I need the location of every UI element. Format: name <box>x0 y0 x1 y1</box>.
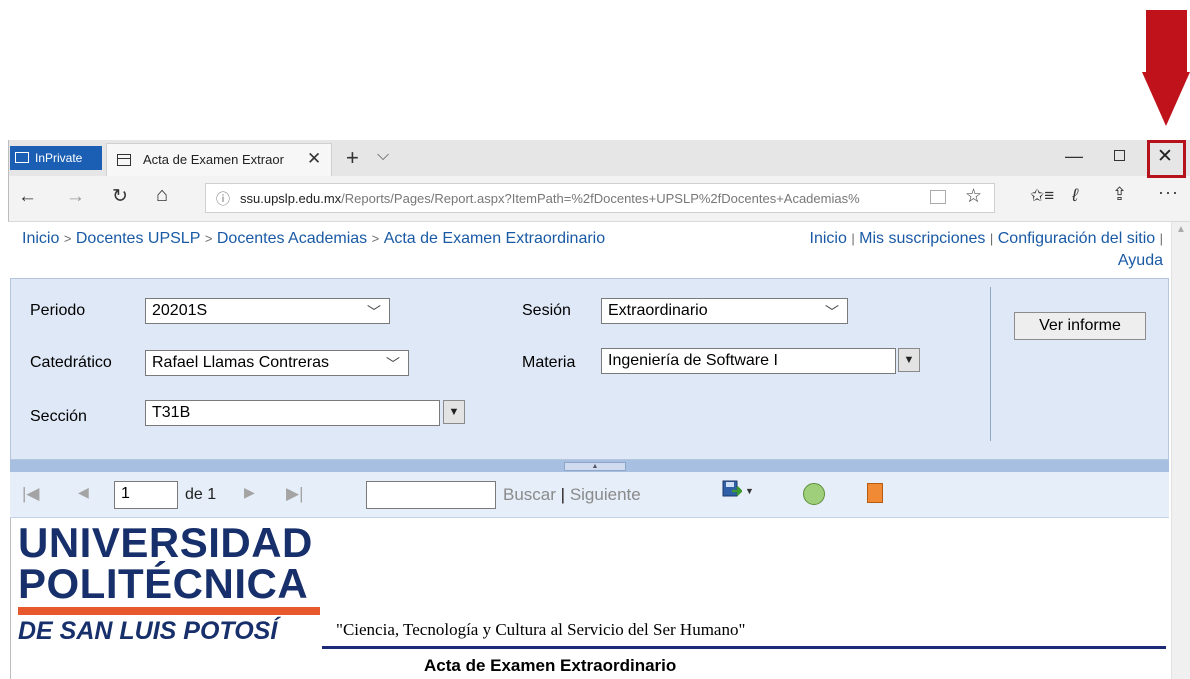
link-mis-suscripciones[interactable]: Mis suscripciones <box>859 230 985 247</box>
last-page-icon[interactable]: ▶| <box>286 484 304 504</box>
report-title: Acta de Examen Extraordinario <box>424 656 677 675</box>
breadcrumb-separator: > <box>63 231 72 246</box>
close-tab-icon[interactable]: ✕ <box>307 149 321 169</box>
collapse-panel-icon[interactable]: ▲ <box>564 462 626 471</box>
share-icon[interactable]: ⇪ <box>1112 184 1127 205</box>
catedratico-label: Catedrático <box>30 354 112 371</box>
breadcrumb-separator: > <box>371 231 380 246</box>
annotation-arrow-shaft <box>1146 10 1187 72</box>
chevron-down-icon: ﹀ <box>367 304 381 320</box>
previous-page-icon[interactable]: ◀ <box>78 484 89 501</box>
first-page-icon[interactable]: |◀ <box>22 484 40 504</box>
breadcrumb-separator: > <box>204 231 213 246</box>
panel-divider <box>990 287 991 441</box>
link-separator: | <box>851 231 855 246</box>
sesion-label: Sesión <box>522 302 571 319</box>
materia-label: Materia <box>522 354 576 371</box>
link-inicio[interactable]: Inicio <box>810 230 847 247</box>
export-dropdown-icon[interactable]: ▼ <box>745 486 754 496</box>
link-ayuda[interactable]: Ayuda <box>1118 252 1163 269</box>
breadcrumb-inicio[interactable]: Inicio <box>22 230 59 247</box>
breadcrumb-current-report: Acta de Examen Extraordinario <box>383 230 606 247</box>
find-separator: | <box>560 485 566 504</box>
next-page-icon[interactable]: ▶ <box>244 484 255 501</box>
header-rule <box>322 646 1166 649</box>
favorite-star-icon[interactable]: ☆ <box>965 185 982 208</box>
link-configuracion[interactable]: Configuración del sitio <box>998 230 1155 247</box>
chevron-down-icon: ﹀ <box>825 304 839 320</box>
materia-input[interactable]: Ingeniería de Software I <box>601 348 896 374</box>
link-separator: | <box>1159 231 1163 246</box>
annotation-highlight-box <box>1147 140 1186 178</box>
inprivate-label: InPrivate <box>35 151 83 165</box>
find-links: Buscar | Siguiente <box>503 485 641 505</box>
view-report-button[interactable]: Ver informe <box>1014 312 1146 340</box>
catedratico-value: Rafael Llamas Contreras <box>152 354 329 371</box>
refresh-report-icon[interactable] <box>803 483 825 505</box>
logo-line-san-luis-potosi: DE SAN LUIS POTOSÍ <box>18 617 278 645</box>
print-layout-icon[interactable] <box>867 483 883 503</box>
top-links: Inicio | Mis suscripciones | Configuraci… <box>700 228 1163 272</box>
find-text-input[interactable] <box>366 481 496 509</box>
chevron-down-icon[interactable]: ⌵ <box>377 147 389 165</box>
scroll-up-icon[interactable]: ▲ <box>1176 224 1186 235</box>
vertical-scrollbar[interactable] <box>1171 222 1190 679</box>
logo-line-politecnica: POLITÉCNICA <box>18 560 309 607</box>
seccion-label: Sección <box>30 408 87 425</box>
info-icon[interactable]: ⓘ <box>216 189 230 209</box>
web-note-icon[interactable]: ℓ <box>1072 185 1078 206</box>
logo-line-universidad: UNIVERSIDAD <box>18 519 313 566</box>
annotation-arrow-icon <box>1142 72 1190 126</box>
page-icon <box>117 154 131 166</box>
url-domain: ssu.upslp.edu.mx <box>240 191 342 206</box>
sesion-select[interactable]: Extraordinario ﹀ <box>601 298 848 324</box>
page-count: de 1 <box>185 486 217 503</box>
refresh-icon[interactable]: ↻ <box>112 185 128 208</box>
tab-title: Acta de Examen Extraor <box>143 152 284 167</box>
home-icon[interactable]: ⌂ <box>156 184 168 207</box>
periodo-value: 20201S <box>152 302 208 319</box>
export-icon[interactable] <box>722 479 742 499</box>
forward-icon[interactable]: → <box>66 186 85 208</box>
browser-tab[interactable]: Acta de Examen Extraor ✕ <box>106 143 332 176</box>
url-text[interactable]: ssu.upslp.edu.mx/Reports/Pages/Report.as… <box>240 191 924 206</box>
seccion-value: T31B <box>152 404 191 421</box>
new-tab-icon[interactable]: + <box>346 147 359 169</box>
more-icon[interactable]: ··· <box>1158 182 1179 203</box>
inprivate-icon <box>15 152 29 163</box>
materia-value: Ingeniería de Software I <box>608 352 778 369</box>
periodo-label: Periodo <box>30 302 86 319</box>
periodo-select[interactable]: 20201S ﹀ <box>145 298 390 324</box>
maximize-icon[interactable] <box>1114 150 1125 161</box>
catedratico-select[interactable]: Rafael Llamas Contreras ﹀ <box>145 350 409 376</box>
seccion-dropdown-button[interactable]: ▼ <box>443 400 465 424</box>
seccion-input[interactable]: T31B <box>145 400 440 426</box>
university-motto: "Ciencia, Tecnología y Cultura al Servic… <box>336 620 746 639</box>
find-next-link[interactable]: Siguiente <box>570 485 641 504</box>
back-icon[interactable]: ← <box>18 186 37 208</box>
reading-view-icon[interactable] <box>930 190 946 204</box>
inprivate-badge[interactable]: InPrivate <box>10 146 102 170</box>
breadcrumb: Inicio > Docentes UPSLP > Docentes Acade… <box>22 228 662 250</box>
logo-orange-bar <box>18 607 320 615</box>
breadcrumb-docentes-upslp[interactable]: Docentes UPSLP <box>76 230 201 247</box>
materia-dropdown-button[interactable]: ▼ <box>898 348 920 372</box>
url-path: /Reports/Pages/Report.aspx?ItemPath=%2fD… <box>341 191 860 206</box>
favorites-hub-icon[interactable]: ✩≡ <box>1030 186 1054 206</box>
find-link[interactable]: Buscar <box>503 485 556 504</box>
page-number-value: 1 <box>121 485 130 502</box>
link-separator: | <box>989 231 994 246</box>
minimize-icon[interactable]: — <box>1065 146 1083 166</box>
breadcrumb-docentes-academias[interactable]: Docentes Academias <box>217 230 367 247</box>
page-number-input[interactable]: 1 <box>114 481 178 509</box>
sesion-value: Extraordinario <box>608 302 708 319</box>
chevron-down-icon: ﹀ <box>386 356 400 372</box>
